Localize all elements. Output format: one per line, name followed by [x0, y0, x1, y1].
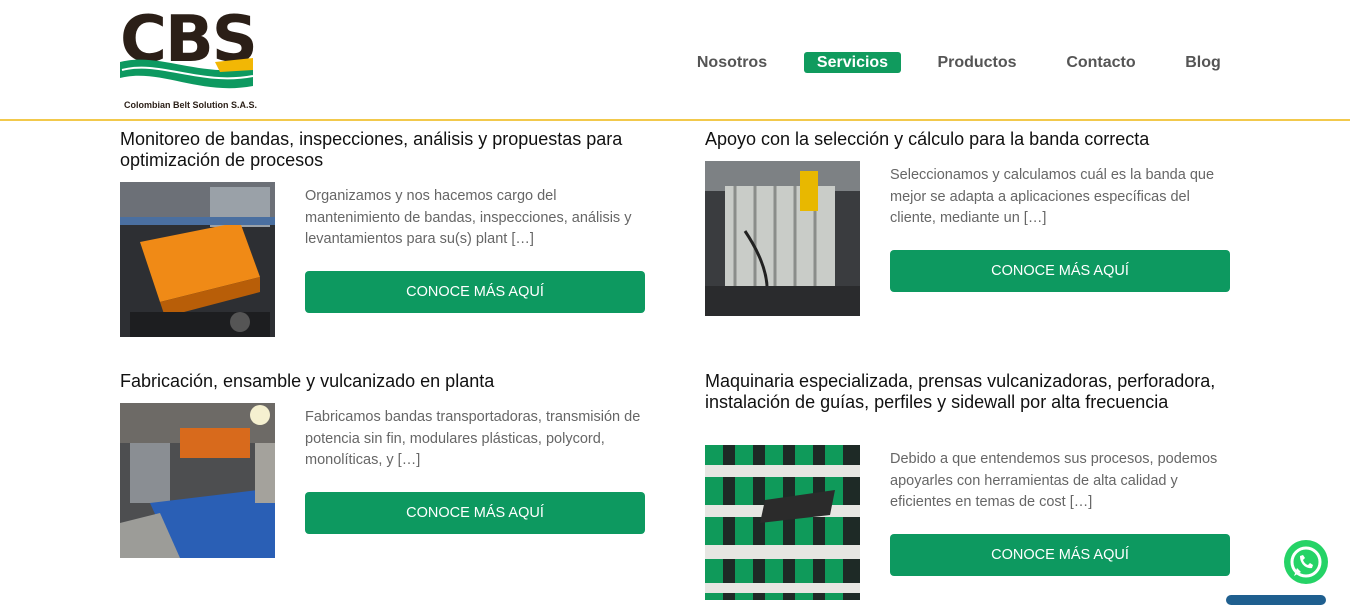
service-card: Fabricación, ensamble y vulcanizado en p…	[120, 371, 645, 561]
service-image[interactable]	[120, 182, 275, 337]
service-image[interactable]	[705, 161, 860, 316]
service-title[interactable]: Apoyo con la selección y cálculo para la…	[705, 129, 1230, 150]
nav-item-contacto[interactable]: Contacto	[1062, 52, 1140, 73]
nav-item-servicios[interactable]: Servicios	[804, 52, 901, 73]
service-description: Debido a que entendemos sus procesos, po…	[890, 451, 1218, 510]
service-description: Seleccionamos y calculamos cuál es la ba…	[890, 167, 1215, 226]
conoce-mas-button[interactable]: CONOCE MÁS AQUÍ	[890, 534, 1230, 576]
site-header: CBS Colombian Belt Solution S.A.S. Nosot…	[0, 0, 1350, 121]
service-card: Monitoreo de bandas, inspecciones, análi…	[120, 129, 645, 339]
service-title[interactable]: Monitoreo de bandas, inspecciones, análi…	[120, 129, 645, 171]
main-nav: Nosotros Servicios Productos Contacto Bl…	[0, 52, 1350, 74]
chat-widget-tab[interactable]	[1226, 595, 1326, 605]
nav-item-blog[interactable]: Blog	[1180, 52, 1226, 73]
conoce-mas-button[interactable]: CONOCE MÁS AQUÍ	[890, 250, 1230, 292]
service-image[interactable]	[120, 403, 275, 558]
nav-item-nosotros[interactable]: Nosotros	[692, 52, 772, 73]
logo-subtitle: Colombian Belt Solution S.A.S.	[124, 100, 258, 110]
service-description: Fabricamos bandas transportadoras, trans…	[305, 409, 641, 468]
whatsapp-button[interactable]	[1284, 540, 1328, 584]
service-image[interactable]	[705, 445, 860, 600]
service-card: Apoyo con la selección y cálculo para la…	[705, 129, 1230, 319]
whatsapp-icon	[1290, 546, 1322, 578]
service-title[interactable]: Fabricación, ensamble y vulcanizado en p…	[120, 371, 645, 392]
nav-item-productos[interactable]: Productos	[932, 52, 1022, 73]
service-title[interactable]: Maquinaria especializada, prensas vulcan…	[705, 371, 1230, 413]
conoce-mas-button[interactable]: CONOCE MÁS AQUÍ	[305, 492, 645, 534]
conoce-mas-button[interactable]: CONOCE MÁS AQUÍ	[305, 271, 645, 313]
service-card: Maquinaria especializada, prensas vulcan…	[705, 371, 1230, 600]
service-description: Organizamos y nos hacemos cargo del mant…	[305, 188, 632, 247]
